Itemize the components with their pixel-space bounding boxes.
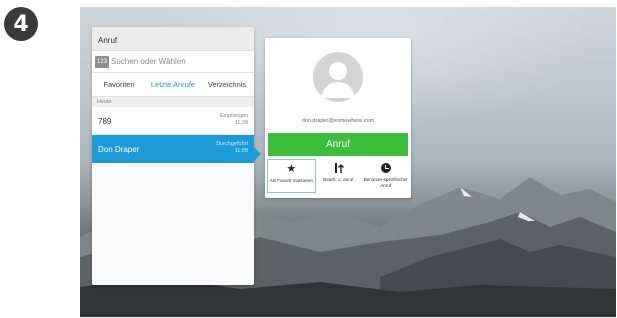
edit-and-call-button[interactable]: Bearb. u. anruf. xyxy=(316,159,363,193)
screen-background: Anruf 123 Suchen oder Wählen Favoriten L… xyxy=(80,7,616,317)
selection-pointer-icon xyxy=(254,147,261,161)
avatar xyxy=(313,52,363,102)
action-label: Als Favorit markieren xyxy=(269,178,314,183)
tab-favorites[interactable]: Favoriten xyxy=(92,73,146,96)
keypad-icon[interactable]: 123 xyxy=(95,55,110,68)
entry-time: 11:28 xyxy=(234,148,248,154)
search-placeholder: Suchen oder Wählen xyxy=(111,57,186,66)
contact-actions: ★ Als Favorit markieren Bearb. u. anruf.… xyxy=(267,159,409,193)
list-item[interactable]: 789 Empfangen 11:28 xyxy=(92,107,254,135)
star-icon: ★ xyxy=(286,163,297,175)
contact-card: don.draper@somewhere.com Anruf ★ Als Fav… xyxy=(265,38,411,198)
person-icon xyxy=(321,62,355,98)
step-number-badge: 4 xyxy=(4,7,38,41)
tab-directory[interactable]: Verzeichnis xyxy=(200,73,254,96)
call-tabs: Favoriten Letzte Anrufe Verzeichnis xyxy=(92,73,254,97)
list-item-selected[interactable]: Don Draper Durchgeführt 11:28 xyxy=(92,135,254,163)
entry-time: 11:28 xyxy=(234,120,248,126)
entry-status: Durchgeführt xyxy=(216,141,248,147)
entry-meta: Empfangen 11:28 xyxy=(220,113,248,127)
entry-status: Empfangen xyxy=(219,113,248,119)
tab-recent-calls[interactable]: Letzte Anrufe xyxy=(146,73,200,96)
call-panel: Anruf 123 Suchen oder Wählen Favoriten L… xyxy=(92,27,254,285)
call-panel-title: Anruf xyxy=(92,27,254,51)
search-input[interactable]: 123 Suchen oder Wählen xyxy=(92,51,254,73)
mark-favorite-button[interactable]: ★ Als Favorit markieren xyxy=(267,159,316,193)
custom-call-button[interactable]: Benutzer-spezifischer Anruf xyxy=(362,159,409,193)
contact-email: don.draper@somewhere.com xyxy=(301,118,375,124)
clock-icon xyxy=(380,163,391,173)
action-label: Benutzer-spezifischer Anruf xyxy=(363,177,408,188)
entry-name: Don Draper xyxy=(98,145,140,154)
edit-call-icon xyxy=(333,162,345,175)
action-label: Bearb. u. anruf. xyxy=(323,177,355,182)
call-button[interactable]: Anruf xyxy=(268,133,408,156)
entry-name: 789 xyxy=(98,117,112,126)
entry-meta: Durchgeführt 11:28 xyxy=(216,141,248,155)
section-header-today: Heute xyxy=(92,97,254,107)
